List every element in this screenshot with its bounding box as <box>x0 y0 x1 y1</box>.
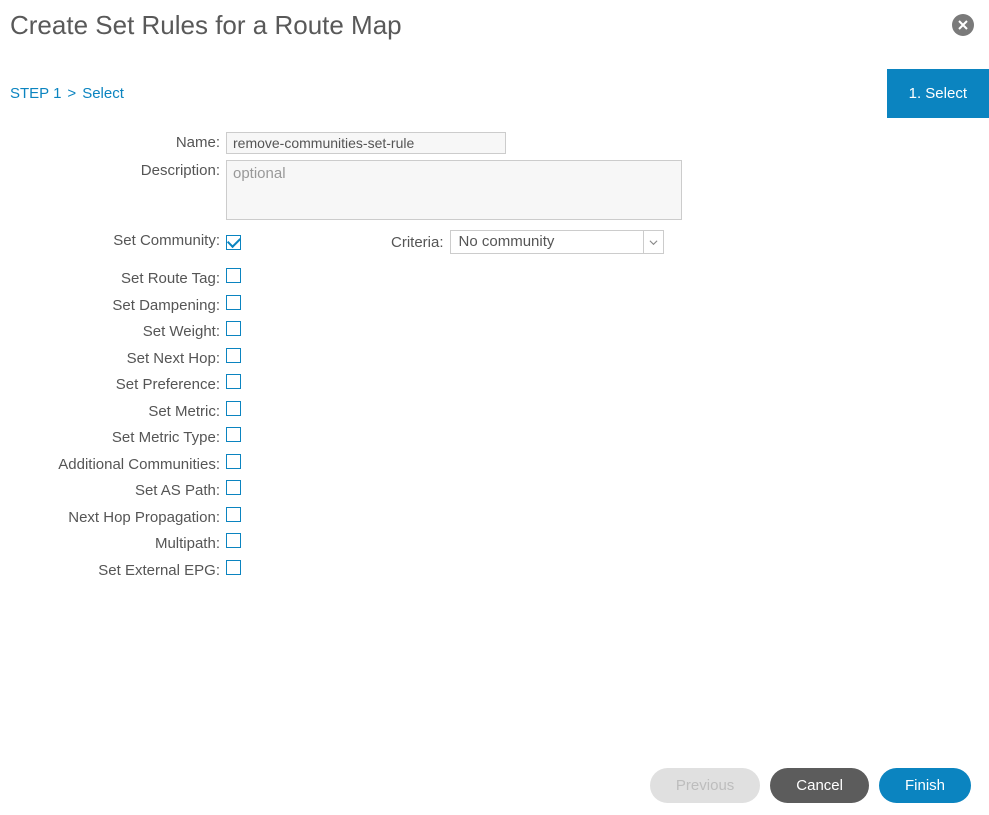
footer-buttons: Previous Cancel Finish <box>650 768 971 803</box>
cancel-button[interactable]: Cancel <box>770 768 869 803</box>
criteria-select-value: No community <box>451 231 643 253</box>
criteria-label: Criteria: <box>391 234 444 251</box>
set-preference-checkbox[interactable] <box>226 374 241 389</box>
breadcrumb: STEP 1 > Select <box>10 85 124 102</box>
breadcrumb-step: STEP 1 <box>10 85 61 102</box>
additional-communities-label: Additional Communities: <box>0 454 226 476</box>
breadcrumb-page: Select <box>82 85 124 102</box>
step-indicator: 1. Select <box>887 69 989 118</box>
close-icon <box>957 19 969 31</box>
set-dampening-checkbox[interactable] <box>226 295 241 310</box>
name-label: Name: <box>0 132 226 154</box>
set-metric-label: Set Metric: <box>0 401 226 423</box>
set-route-tag-checkbox[interactable] <box>226 268 241 283</box>
set-as-path-label: Set AS Path: <box>0 480 226 502</box>
set-next-hop-checkbox[interactable] <box>226 348 241 363</box>
set-preference-label: Set Preference: <box>0 374 226 396</box>
breadcrumb-sep: > <box>67 85 76 102</box>
set-external-epg-checkbox[interactable] <box>226 560 241 575</box>
name-input[interactable] <box>226 132 506 154</box>
set-route-tag-label: Set Route Tag: <box>0 268 226 290</box>
additional-communities-checkbox[interactable] <box>226 454 241 469</box>
set-next-hop-label: Set Next Hop: <box>0 348 226 370</box>
next-hop-propagation-label: Next Hop Propagation: <box>0 507 226 529</box>
description-label: Description: <box>0 160 226 182</box>
set-metric-type-checkbox[interactable] <box>226 427 241 442</box>
set-weight-label: Set Weight: <box>0 321 226 343</box>
finish-button[interactable]: Finish <box>879 768 971 803</box>
set-as-path-checkbox[interactable] <box>226 480 241 495</box>
set-community-label: Set Community: <box>0 230 226 252</box>
set-weight-checkbox[interactable] <box>226 321 241 336</box>
multipath-label: Multipath: <box>0 533 226 555</box>
set-metric-checkbox[interactable] <box>226 401 241 416</box>
chevron-down-icon <box>649 238 658 247</box>
criteria-select-button[interactable] <box>643 231 663 253</box>
dialog-title: Create Set Rules for a Route Map <box>10 10 402 41</box>
set-metric-type-label: Set Metric Type: <box>0 427 226 449</box>
multipath-checkbox[interactable] <box>226 533 241 548</box>
previous-button: Previous <box>650 768 760 803</box>
next-hop-propagation-checkbox[interactable] <box>226 507 241 522</box>
set-external-epg-label: Set External EPG: <box>0 560 226 582</box>
close-button[interactable] <box>952 14 974 36</box>
description-input[interactable] <box>226 160 682 220</box>
set-dampening-label: Set Dampening: <box>0 295 226 317</box>
criteria-select[interactable]: No community <box>450 230 664 254</box>
set-community-checkbox[interactable] <box>226 235 241 250</box>
